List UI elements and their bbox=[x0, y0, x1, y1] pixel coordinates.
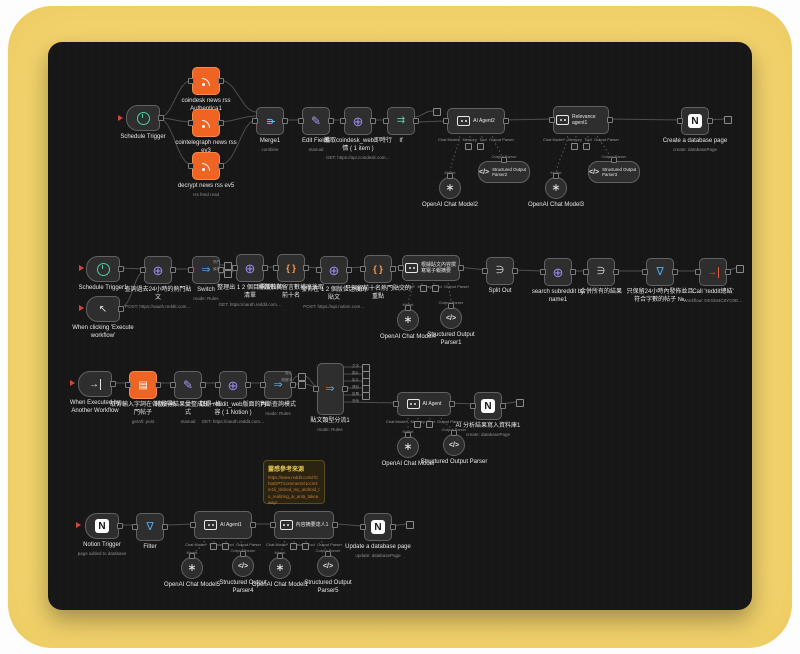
connector-endpoint[interactable] bbox=[477, 143, 484, 150]
workflow-canvas[interactable]: Schedule Trigger coindesk news rss Authe… bbox=[48, 42, 752, 610]
clock-icon bbox=[137, 112, 150, 125]
robot-icon bbox=[280, 520, 293, 530]
connector-endpoint[interactable] bbox=[516, 399, 524, 407]
notion-icon bbox=[371, 520, 385, 534]
rss-icon bbox=[201, 161, 212, 172]
openai-icon bbox=[403, 315, 412, 326]
openai-icon bbox=[445, 183, 454, 194]
connector-endpoint[interactable] bbox=[290, 543, 297, 550]
globe-icon bbox=[353, 115, 364, 128]
execute-workflow-icon bbox=[707, 267, 719, 278]
connector-endpoint[interactable] bbox=[362, 392, 370, 400]
node-ai-agent-newsletter[interactable]: 根據貼文內容撰寫電子報摘要 Chat Model*MemoryToolOutpu… bbox=[391, 255, 471, 289]
code-icon bbox=[373, 264, 383, 274]
connector-endpoint[interactable] bbox=[420, 285, 427, 292]
notion-icon bbox=[95, 519, 109, 533]
robot-icon bbox=[204, 520, 217, 530]
pencil-icon bbox=[183, 379, 193, 391]
code-brackets-icon bbox=[449, 442, 459, 449]
split-out-icon bbox=[597, 267, 606, 277]
node-structured-output-parser[interactable]: Output Parser Structured Output Parser bbox=[419, 427, 489, 467]
globe-icon bbox=[329, 264, 340, 277]
node-ai-agent[interactable]: AI Agent Chat Model*MemoryToolOutput Par… bbox=[384, 392, 464, 424]
sticky-note[interactable]: 靈感參考來源 https://www.reddit.com/r/ChatGPT/… bbox=[263, 460, 325, 504]
merge-icon bbox=[265, 116, 276, 125]
execute-workflow-icon bbox=[89, 379, 101, 390]
notion-icon bbox=[688, 114, 702, 128]
node-ai-agent2[interactable]: AI Agent2 Chat Model*MemoryToolOutput Pa… bbox=[436, 108, 516, 142]
connector-endpoint[interactable] bbox=[224, 262, 232, 270]
node-filter[interactable]: Filter bbox=[115, 513, 185, 552]
globe-icon bbox=[153, 264, 164, 277]
robot-icon bbox=[405, 263, 418, 273]
node-rss-3[interactable]: decrypt news rss ev5rss feed read bbox=[171, 152, 241, 197]
globe-icon bbox=[245, 262, 256, 275]
node-structured-output-parser5[interactable]: Output Parser Structured Output Parser5 bbox=[293, 548, 363, 596]
connector-endpoint[interactable] bbox=[433, 108, 441, 116]
pencil-icon bbox=[311, 115, 321, 127]
openai-icon bbox=[187, 563, 196, 574]
node-relevance-agent1[interactable]: Relevance agent1 Chat Model*MemoryToolOu… bbox=[541, 106, 621, 142]
openai-icon bbox=[551, 183, 560, 194]
post-card-icon bbox=[138, 380, 147, 391]
notion-icon bbox=[481, 399, 495, 413]
code-icon bbox=[286, 263, 296, 273]
cursor-icon bbox=[99, 304, 107, 315]
connector-endpoint[interactable] bbox=[465, 143, 472, 150]
connector-endpoint[interactable] bbox=[298, 381, 306, 389]
connector-endpoint[interactable] bbox=[736, 265, 744, 273]
connector-endpoint[interactable] bbox=[302, 543, 309, 550]
robot-icon bbox=[457, 116, 470, 126]
globe-icon bbox=[228, 379, 239, 392]
node-if[interactable]: If bbox=[366, 107, 436, 146]
node-schedule-trigger[interactable]: Schedule Trigger bbox=[108, 105, 178, 142]
rss-icon bbox=[201, 76, 212, 87]
globe-icon bbox=[553, 266, 564, 279]
connector-endpoint[interactable] bbox=[210, 543, 217, 550]
connector-endpoint[interactable] bbox=[571, 143, 578, 150]
switch-icon bbox=[325, 384, 334, 395]
connector-endpoint[interactable] bbox=[426, 421, 433, 428]
if-branch-icon bbox=[397, 116, 405, 126]
connector-endpoint[interactable] bbox=[724, 116, 732, 124]
connector-endpoint[interactable] bbox=[222, 543, 229, 550]
connector-endpoint[interactable] bbox=[406, 521, 414, 529]
connector-endpoint[interactable] bbox=[414, 421, 421, 428]
connector-endpoint[interactable] bbox=[224, 270, 232, 278]
connector-endpoint[interactable] bbox=[432, 285, 439, 292]
node-ai-agent1[interactable]: AI Agent1 Chat Model*MemoryToolOutput Pa… bbox=[183, 511, 263, 547]
node-structured-output-parser1[interactable]: Output Parser Structured Output Parser1 bbox=[416, 300, 486, 348]
openai-icon bbox=[403, 442, 412, 453]
node-notion-create-page[interactable]: Create a database pagecreate: databasePa… bbox=[660, 107, 730, 152]
robot-icon bbox=[556, 115, 569, 125]
rss-icon bbox=[201, 118, 212, 129]
page: { "colors":{"page_bg":"#fdfdfd","card_ye… bbox=[0, 0, 800, 654]
node-ai-agent-summary[interactable]: 內容摘要達人1 Chat Model*MemoryToolOutput Pars… bbox=[264, 511, 344, 547]
connector-endpoint[interactable] bbox=[583, 143, 590, 150]
connector-endpoint[interactable] bbox=[298, 373, 306, 381]
node-structured-output-parser3[interactable]: Output Parser Structured Output Parser3 bbox=[579, 154, 649, 183]
openai-icon bbox=[275, 563, 284, 574]
robot-icon bbox=[407, 399, 420, 409]
code-brackets-icon bbox=[479, 169, 489, 176]
filter-funnel-icon bbox=[146, 522, 153, 533]
split-out-icon bbox=[496, 266, 505, 276]
code-brackets-icon bbox=[446, 315, 456, 322]
clock-icon bbox=[97, 263, 110, 276]
filter-funnel-icon bbox=[656, 267, 663, 278]
code-brackets-icon bbox=[323, 563, 333, 570]
code-brackets-icon bbox=[589, 169, 599, 176]
